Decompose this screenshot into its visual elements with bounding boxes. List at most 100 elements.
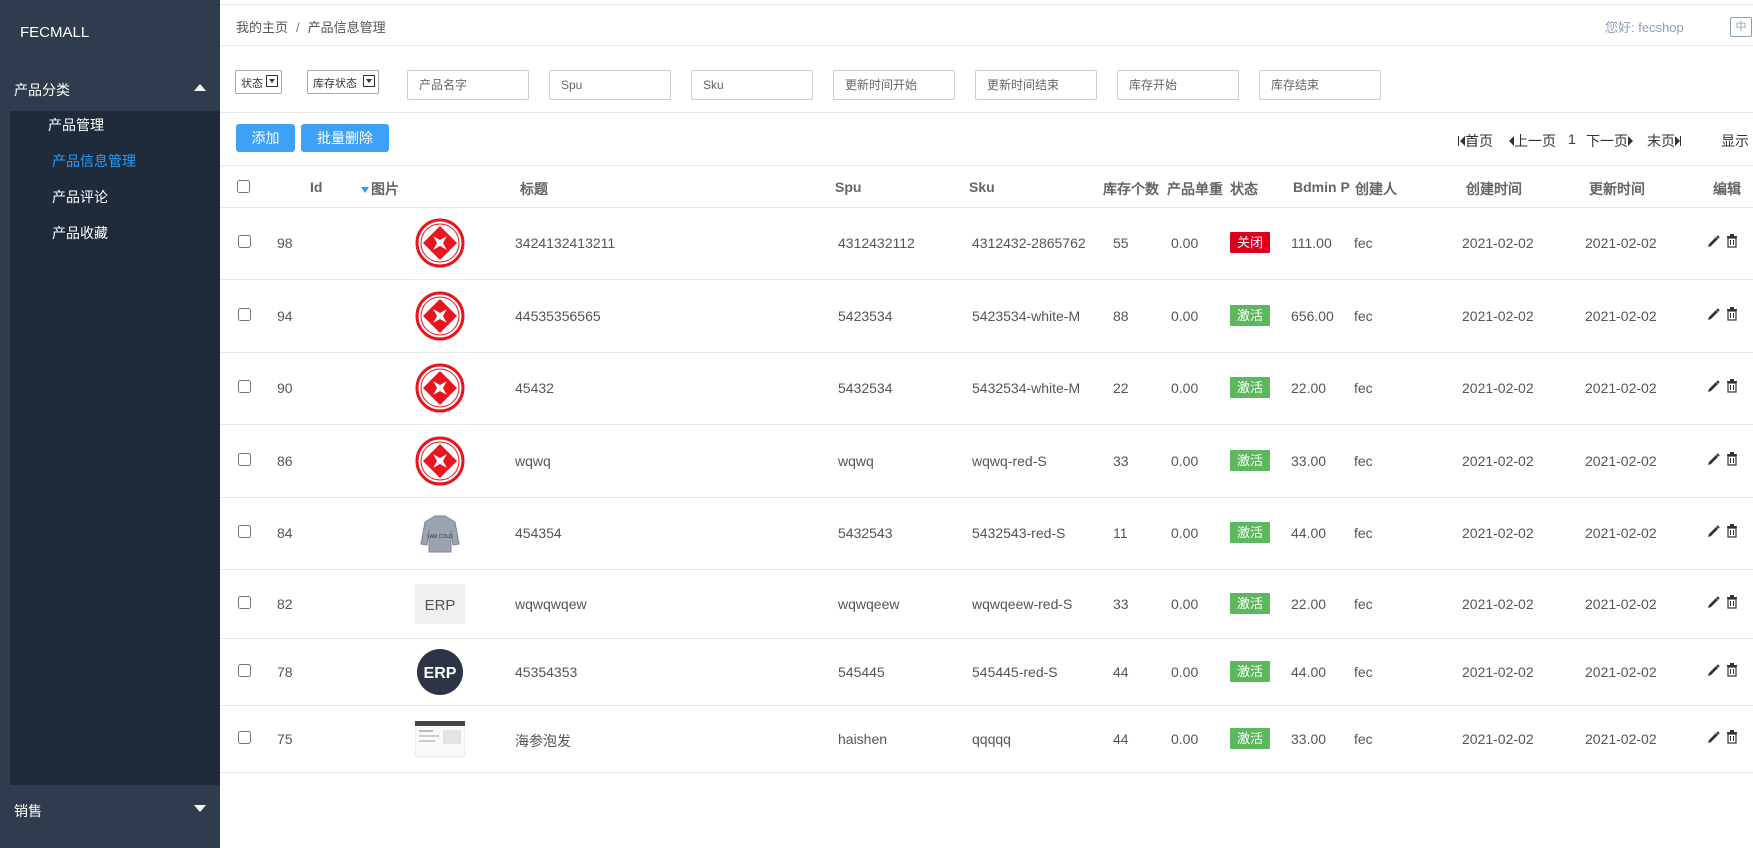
pager-first[interactable]: 首页 bbox=[1458, 131, 1493, 151]
sidebar-section-label: 产品分类 bbox=[14, 82, 70, 98]
sidebar-item-product-review[interactable]: 产品评论 bbox=[52, 187, 108, 207]
row-checkbox[interactable] bbox=[238, 380, 251, 393]
sidebar-submenu: 产品管理 产品信息管理 产品评论 产品收藏 bbox=[10, 111, 220, 785]
th-price[interactable]: 产品单重 bbox=[1167, 179, 1223, 199]
cell-stock: 22 bbox=[1113, 380, 1129, 396]
cell-id: 90 bbox=[277, 380, 293, 396]
row-checkbox[interactable] bbox=[238, 596, 251, 609]
stock-status-select[interactable]: 库存状态 bbox=[307, 70, 379, 94]
edit-icon[interactable] bbox=[1707, 525, 1720, 542]
th-image[interactable]: 图片 bbox=[361, 179, 399, 199]
th-creator[interactable]: 创建人 bbox=[1355, 179, 1397, 199]
row-checkbox[interactable] bbox=[238, 453, 251, 466]
select-all-checkbox[interactable] bbox=[237, 180, 250, 193]
breadcrumb-home[interactable]: 我的主页 bbox=[236, 20, 288, 35]
edit-icon[interactable] bbox=[1707, 380, 1720, 397]
cell-stock: 44 bbox=[1113, 731, 1129, 747]
screenshot-thumbnail-icon[interactable] bbox=[414, 720, 466, 758]
brand-logo-icon[interactable] bbox=[415, 363, 465, 413]
cell-stock: 33 bbox=[1113, 453, 1129, 469]
delete-icon[interactable] bbox=[1726, 452, 1738, 470]
edit-icon[interactable] bbox=[1707, 731, 1720, 748]
dropdown-arrow-icon bbox=[363, 75, 375, 87]
caret-down-icon bbox=[194, 805, 206, 812]
sku-input[interactable] bbox=[691, 70, 813, 100]
cell-id: 98 bbox=[277, 235, 293, 251]
th-bdmin[interactable]: Bdmin P bbox=[1293, 179, 1350, 195]
cell-price: 0.00 bbox=[1171, 525, 1199, 541]
brand-logo-icon[interactable] bbox=[415, 436, 465, 486]
sidebar-item-product-manage[interactable]: 产品管理 bbox=[48, 115, 104, 135]
breadcrumb-separator: / bbox=[296, 20, 300, 35]
sidebar-item-product-favorite[interactable]: 产品收藏 bbox=[52, 223, 108, 243]
cell-id: 82 bbox=[277, 596, 293, 612]
cell-bdmin: 22.00 bbox=[1291, 596, 1327, 612]
edit-icon[interactable] bbox=[1707, 308, 1720, 325]
cell-spu: 5432543 bbox=[838, 525, 893, 541]
th-id[interactable]: Id bbox=[310, 179, 322, 195]
edit-icon[interactable] bbox=[1707, 596, 1720, 613]
cell-spu: wqwqeew bbox=[838, 596, 900, 612]
cell-creator: fec bbox=[1354, 596, 1373, 612]
table-row: 94 44535356565 5423534 5423534-white-M 88 0.0… bbox=[220, 279, 1753, 353]
spu-input[interactable] bbox=[549, 70, 671, 100]
update-time-end-input[interactable] bbox=[975, 70, 1097, 100]
th-sku[interactable]: Sku bbox=[969, 179, 995, 195]
pager-last[interactable]: 末页 bbox=[1647, 131, 1682, 151]
pager-current[interactable]: 1 bbox=[1568, 131, 1576, 147]
pager-show[interactable]: 显示 bbox=[1721, 131, 1749, 151]
update-time-start-input[interactable] bbox=[833, 70, 955, 100]
cell-updated: 2021-02-02 bbox=[1585, 235, 1657, 251]
erp-logo-light-icon[interactable]: ERP bbox=[415, 584, 465, 624]
cell-created: 2021-02-02 bbox=[1462, 731, 1534, 747]
user-greeting[interactable]: 您好: fecshop bbox=[1605, 17, 1684, 36]
cell-sku: wqwqeew-red-S bbox=[972, 596, 1073, 612]
delete-icon[interactable] bbox=[1726, 524, 1738, 542]
row-checkbox[interactable] bbox=[238, 525, 251, 538]
th-status[interactable]: 状态 bbox=[1230, 179, 1258, 199]
th-title[interactable]: 标题 bbox=[520, 179, 548, 199]
language-switch[interactable]: 中 bbox=[1730, 17, 1752, 37]
sidebar-section-sales[interactable]: 销售 bbox=[0, 787, 220, 831]
row-checkbox[interactable] bbox=[238, 235, 251, 248]
edit-icon[interactable] bbox=[1707, 453, 1720, 470]
edit-icon[interactable] bbox=[1707, 664, 1720, 681]
batch-delete-button[interactable]: 批量删除 bbox=[301, 124, 389, 152]
delete-icon[interactable] bbox=[1726, 663, 1738, 681]
add-button[interactable]: 添加 bbox=[236, 124, 295, 152]
th-spu[interactable]: Spu bbox=[835, 179, 861, 195]
row-checkbox[interactable] bbox=[238, 308, 251, 321]
delete-icon[interactable] bbox=[1726, 595, 1738, 613]
th-updated[interactable]: 更新时间 bbox=[1589, 179, 1645, 199]
delete-icon[interactable] bbox=[1726, 307, 1738, 325]
brand-logo[interactable]: FECMALL bbox=[20, 24, 89, 41]
pager-prev[interactable]: 上一页 bbox=[1509, 131, 1556, 151]
th-stock[interactable]: 库存个数 bbox=[1103, 179, 1159, 199]
th-created[interactable]: 创建时间 bbox=[1466, 179, 1522, 199]
cell-creator: fec bbox=[1354, 308, 1373, 324]
stock-start-input[interactable] bbox=[1117, 70, 1239, 100]
main-content: 我的主页 / 产品信息管理 您好: fecshop 中 状态 库存状态 添加 批量删… bbox=[220, 0, 1753, 848]
cell-title: 3424132413211 bbox=[515, 235, 616, 251]
sweater-product-icon[interactable]: I AM COLD bbox=[415, 508, 465, 558]
cell-bdmin: 33.00 bbox=[1291, 731, 1327, 747]
cell-created: 2021-02-02 bbox=[1462, 308, 1534, 324]
svg-text:ERP: ERP bbox=[425, 597, 456, 614]
sidebar-item-product-info[interactable]: 产品信息管理 bbox=[52, 151, 136, 171]
row-actions bbox=[1707, 663, 1744, 681]
th-image-label: 图片 bbox=[371, 181, 399, 197]
brand-logo-icon[interactable] bbox=[415, 291, 465, 341]
stock-end-input[interactable] bbox=[1259, 70, 1381, 100]
row-checkbox[interactable] bbox=[238, 731, 251, 744]
sidebar-section-product-category[interactable]: 产品分类 bbox=[0, 66, 220, 110]
status-select[interactable]: 状态 bbox=[235, 70, 282, 94]
product-name-input[interactable] bbox=[407, 70, 529, 100]
delete-icon[interactable] bbox=[1726, 379, 1738, 397]
row-checkbox[interactable] bbox=[238, 664, 251, 677]
delete-icon[interactable] bbox=[1726, 730, 1738, 748]
brand-logo-icon[interactable] bbox=[415, 218, 465, 268]
edit-icon[interactable] bbox=[1707, 235, 1720, 252]
erp-logo-dark-icon[interactable]: ERP bbox=[415, 647, 465, 697]
delete-icon[interactable] bbox=[1726, 234, 1738, 252]
pager-next[interactable]: 下一页 bbox=[1586, 131, 1633, 151]
